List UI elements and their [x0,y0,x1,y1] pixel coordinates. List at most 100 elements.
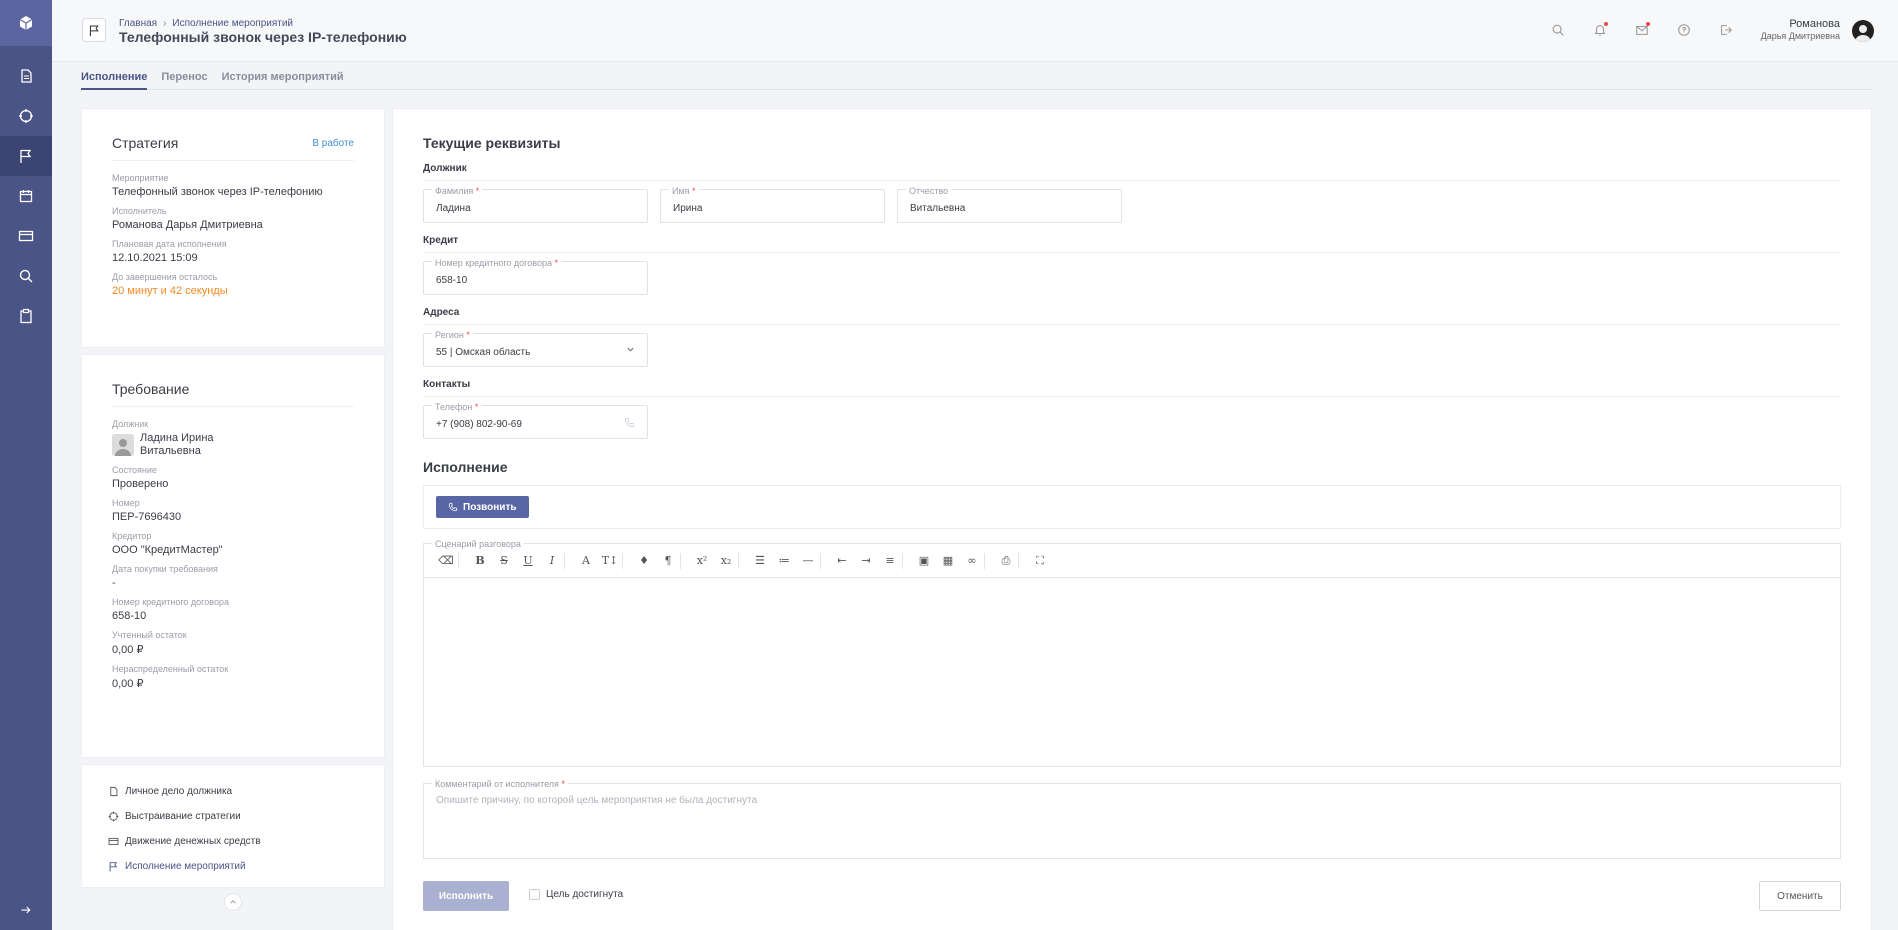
paragraph-button[interactable]: ¶ [656,554,680,567]
top-icons [1551,22,1733,37]
nav-payments[interactable] [0,216,52,256]
credit-group: Кредит [423,235,1841,253]
avatar[interactable] [1852,20,1874,42]
region-label: Регион [435,330,464,340]
phone-value: +7 (908) 802-90-69 [436,419,522,430]
main-card: Текущие реквизиты Должник Фамилия * Лади… [392,108,1872,930]
table-icon[interactable]: ▦ [936,554,960,567]
app-logo[interactable] [0,0,52,46]
chevron-down-icon [626,345,635,357]
strikethrough-button[interactable]: S [492,554,516,567]
print-icon[interactable]: ⎙ [994,554,1018,568]
strategy-card: Стратегия В работе Мероприятие Телефонны… [81,108,385,348]
superscript-button[interactable]: x² [690,554,714,567]
horizontal-rule-icon[interactable]: — [796,554,820,567]
indent-icon[interactable]: ⇥ [854,554,878,567]
call-button[interactable]: Позвонить [436,496,529,518]
nav-search[interactable] [0,256,52,296]
nav-events[interactable] [0,136,52,176]
phone-label: Телефон [435,402,473,412]
region-select[interactable]: Регион * 55 | Омская область [423,330,648,367]
bell-icon[interactable] [1593,22,1608,37]
cancel-button[interactable]: Отменить [1759,881,1841,911]
mail-icon[interactable] [1635,22,1650,37]
name-label: Имя [672,186,690,196]
align-icon[interactable]: ≡ [878,554,902,567]
collapse-button[interactable] [224,893,242,911]
nav-clipboard[interactable] [0,296,52,336]
link-events-execution[interactable]: Исполнение мероприятий [108,854,358,879]
toolbar-separator [680,552,690,569]
field-label: Исполнитель [112,206,167,216]
nav-documents[interactable] [0,56,52,96]
execution-title: Исполнение [423,459,508,475]
phone-icon [448,502,458,512]
field-label: Должник [112,419,149,429]
nav-strategy[interactable] [0,96,52,136]
script-editor[interactable]: Сценарий разговора ⌫ B S U I A T↕ ♦ ¶ x²… [423,539,1841,767]
tabs: Исполнение Перенос История мероприятий [81,62,1873,90]
target-icon [108,811,119,822]
user-info[interactable]: Романова Дарья Дмитриевна [1761,18,1840,41]
tab-execution[interactable]: Исполнение [81,62,148,90]
mail-dot [1646,22,1650,26]
execute-button[interactable]: Исполнить [423,881,509,911]
flag-icon [109,862,118,872]
goal-checkbox-row[interactable]: Цель достигнута [529,889,623,900]
patronymic-value: Витальевна [910,203,966,214]
contract-field[interactable]: Номер кредитного договора * 658-10 [423,258,648,295]
sidebar-expand-button[interactable] [0,890,52,930]
strategy-status[interactable]: В работе [312,138,354,149]
cube-logo-icon [19,16,33,30]
search-icon[interactable] [1551,23,1565,37]
numbered-list-icon[interactable]: ≔ [772,554,796,567]
comment-field[interactable]: Комментарий от исполнителя * Опишите при… [423,779,1841,859]
breadcrumb-section[interactable]: Исполнение мероприятий [172,18,293,29]
debtor-avatar [112,433,134,456]
patronymic-field[interactable]: Отчество Витальевна [897,186,1122,223]
nav-calendar[interactable] [0,176,52,216]
surname-field[interactable]: Фамилия * Ладина [423,186,648,223]
goal-checkbox[interactable] [529,889,540,900]
toolbar-separator [984,552,994,569]
image-icon[interactable]: ▣ [912,554,936,567]
phone-icon[interactable] [624,417,635,431]
phone-field[interactable]: Телефон * +7 (908) 802-90-69 [423,402,648,439]
bold-button[interactable]: B [468,554,492,567]
link-cash-flow[interactable]: Движение денежных средств [108,829,358,854]
field-value: Романова Дарья Дмитриевна [112,219,263,231]
breadcrumb-home[interactable]: Главная [119,18,157,29]
sidebar [0,0,52,930]
italic-button[interactable]: I [540,554,564,567]
link-icon[interactable]: ∞ [960,554,984,567]
bullet-list-icon[interactable]: ☰ [748,554,772,567]
font-button[interactable]: A [574,554,598,567]
subscript-button[interactable]: x₂ [714,554,738,567]
eraser-icon[interactable]: ⌫ [434,554,458,567]
calendar-icon [19,190,33,203]
page-flag-icon [82,18,106,42]
logout-icon[interactable] [1719,23,1733,37]
name-field[interactable]: Имя * Ирина [660,186,885,223]
debtor-row[interactable]: Ладина Ирина Витальевна [112,432,354,457]
underline-button[interactable]: U [516,554,540,567]
field-label: Номер [112,498,140,508]
outdent-icon[interactable]: ⇤ [830,554,854,567]
flag-icon [20,149,32,163]
toolbar-separator [564,552,574,569]
editor-toolbar: ⌫ B S U I A T↕ ♦ ¶ x² x₂ ☰ ≔ — ⇤ ⇥ ≡ ▣ ▦ [424,544,1840,578]
fullscreen-icon[interactable]: ⛶ [1028,554,1052,568]
link-debtor-file[interactable]: Личное дело должника [108,779,358,804]
tab-history[interactable]: История мероприятий [222,62,344,90]
patronymic-label: Отчество [906,186,952,196]
color-drop-icon[interactable]: ♦ [632,554,656,567]
contract-label: Номер кредитного договора [435,258,552,268]
document-icon [21,69,32,83]
help-icon[interactable] [1677,23,1691,37]
toolbar-separator [738,552,748,569]
font-size-button[interactable]: T↕ [598,554,622,567]
tab-transfer[interactable]: Перенос [161,62,207,90]
card-icon [108,837,119,846]
field-value: ООО "КредитМастер" [112,544,223,556]
link-strategy[interactable]: Выстраивание стратегии [108,804,358,829]
